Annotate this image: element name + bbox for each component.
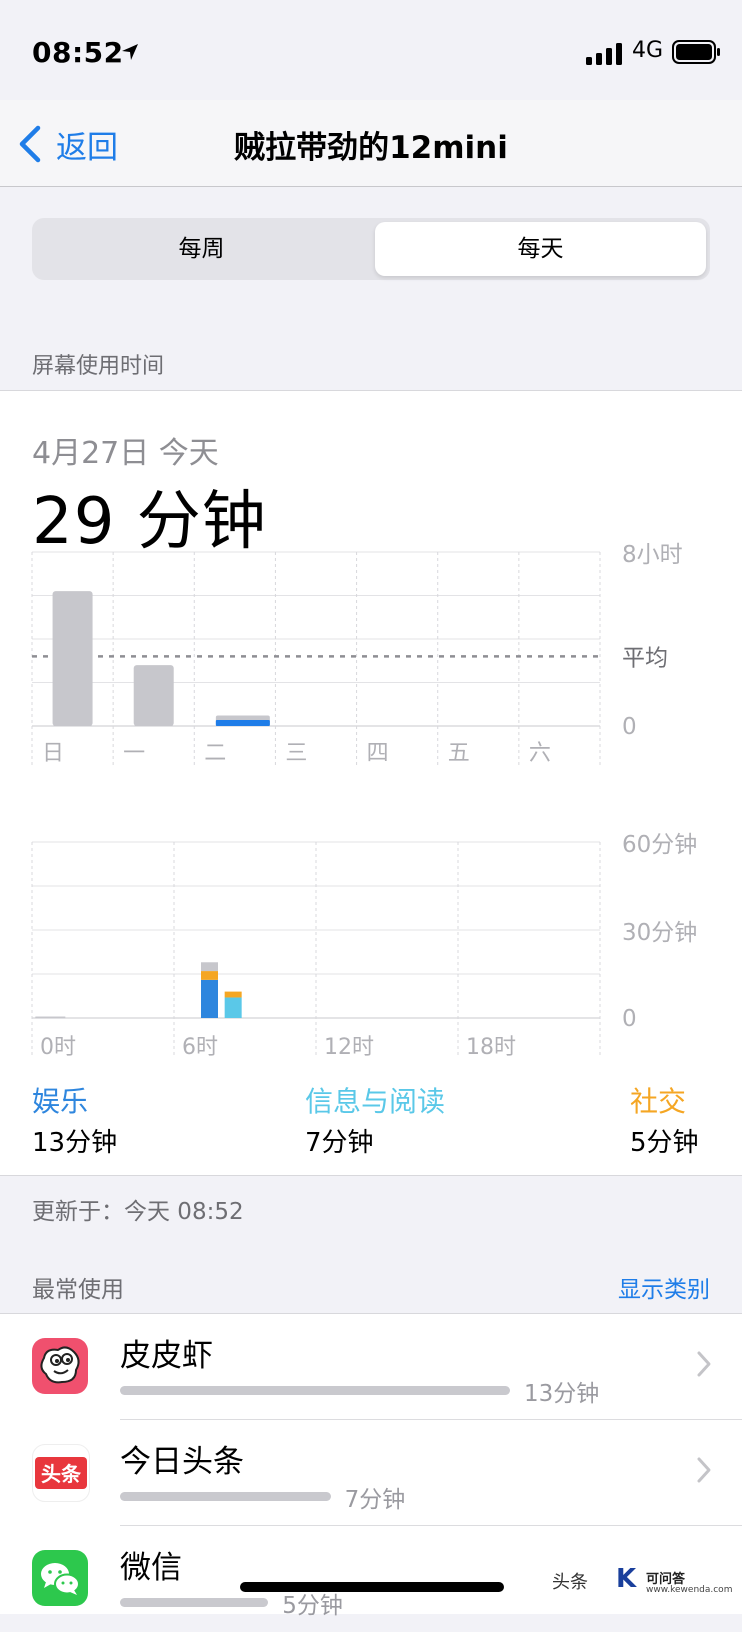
hourly-usage-chart[interactable]: 0时 6时 12时 18时 60分钟 30分钟 0 xyxy=(0,810,742,1070)
x-tick-label: 6时 xyxy=(182,1035,218,1060)
home-indicator[interactable] xyxy=(240,1582,504,1592)
section-header-screen-time: 屏幕使用时间 xyxy=(32,354,165,379)
chevron-right-icon xyxy=(697,1351,711,1377)
y-tick-label: 0 xyxy=(622,714,637,740)
hour-bar-segment-social[interactable] xyxy=(201,971,218,980)
category-entertainment-time: 13分钟 xyxy=(32,1128,118,1158)
wechat-app-icon xyxy=(32,1550,88,1606)
watermark-url: www.kewenda.com xyxy=(646,1585,733,1595)
date-label: 4月27日 今天 xyxy=(32,436,219,471)
y-tick-label: 30分钟 xyxy=(622,920,697,946)
category-entertainment-label: 娱乐 xyxy=(32,1085,89,1118)
pipixia-app-icon xyxy=(32,1338,88,1394)
x-tick-label: 0时 xyxy=(40,1035,76,1060)
x-tick-label: 12时 xyxy=(324,1035,374,1060)
x-tick-label: 三 xyxy=(285,741,307,766)
day-bar[interactable] xyxy=(52,591,93,726)
hour-bar-segment-entertainment[interactable] xyxy=(201,979,218,1018)
day-bar[interactable] xyxy=(133,665,174,726)
day-bar-today[interactable] xyxy=(215,720,270,726)
hour-bar-segment-info_reading[interactable] xyxy=(224,997,242,1018)
toutiao-app-icon: 头条 xyxy=(32,1444,90,1502)
location-arrow-icon xyxy=(122,44,138,60)
app-name: 今日头条 xyxy=(120,1444,244,1480)
app-name: 皮皮虾 xyxy=(120,1338,213,1374)
signal-icon xyxy=(586,43,622,65)
app-row-toutiao[interactable]: 头条 今日头条 7分钟 xyxy=(0,1420,742,1526)
hour-bar-segment-social[interactable] xyxy=(224,991,242,998)
y-tick-label: 8小时 xyxy=(622,542,683,568)
page-title: 贼拉带劲的12mini xyxy=(234,130,508,166)
network-type: 4G xyxy=(632,38,664,63)
category-info-label: 信息与阅读 xyxy=(305,1085,446,1118)
daily-usage-chart[interactable]: 日 一 二 三 四 五 六 8小时平均 0 xyxy=(0,540,742,790)
hour-bar-segment-other[interactable] xyxy=(35,1016,66,1019)
period-segmented-control: 每周 每天 xyxy=(32,218,710,280)
x-tick-label: 日 xyxy=(42,741,64,766)
category-social-label: 社交 xyxy=(630,1085,687,1118)
x-tick-label: 二 xyxy=(204,741,226,766)
app-duration: 7分钟 xyxy=(344,1487,406,1513)
segment-weekly[interactable]: 每周 xyxy=(36,222,367,276)
segment-daily[interactable]: 每天 xyxy=(375,222,706,276)
watermark-text: 头条 xyxy=(552,1572,588,1593)
x-tick-label: 六 xyxy=(529,741,551,766)
battery-icon xyxy=(672,40,720,64)
y-tick-label: 0 xyxy=(622,1006,637,1032)
updated-timestamp: 更新于：今天 08:52 xyxy=(32,1199,244,1225)
x-tick-label: 18时 xyxy=(466,1035,516,1060)
svg-text:头条: 头条 xyxy=(41,1462,82,1486)
hour-bar-segment-other[interactable] xyxy=(201,962,218,972)
x-tick-label: 五 xyxy=(448,741,470,766)
average-label: 平均 xyxy=(622,645,668,671)
app-usage-bar xyxy=(120,1386,510,1395)
status-time: 08:52 xyxy=(32,36,124,69)
app-usage-bar xyxy=(120,1598,269,1607)
chevron-right-icon xyxy=(697,1457,711,1483)
section-header-most-used: 最常使用 xyxy=(32,1277,124,1303)
x-tick-label: 四 xyxy=(367,741,389,766)
x-tick-label: 一 xyxy=(123,741,145,766)
app-row-pipixia[interactable]: 皮皮虾 13分钟 xyxy=(0,1314,742,1420)
category-social-time: 5分钟 xyxy=(630,1128,699,1158)
show-categories-button[interactable]: 显示类别 xyxy=(618,1270,710,1304)
app-usage-bar xyxy=(120,1492,331,1501)
app-duration: 13分钟 xyxy=(524,1381,600,1407)
watermark-logo: K xyxy=(616,1564,637,1594)
category-info-time: 7分钟 xyxy=(305,1128,374,1158)
app-name: 微信 xyxy=(120,1550,182,1586)
y-tick-label: 60分钟 xyxy=(622,832,697,858)
